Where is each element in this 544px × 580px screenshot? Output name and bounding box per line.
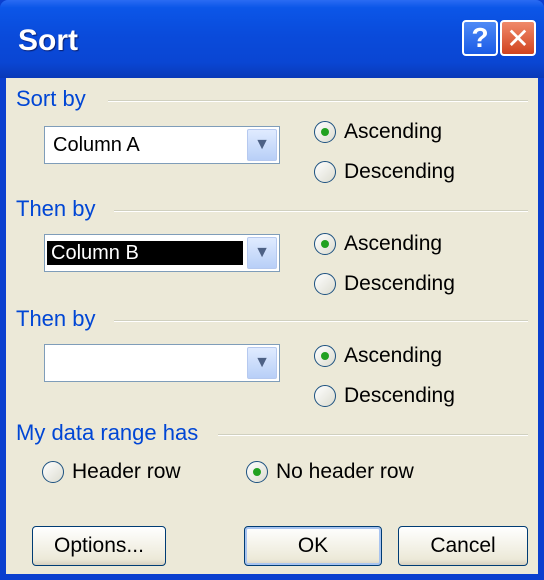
- sort-by-label: Sort by: [16, 86, 86, 111]
- radio-selected-icon: [314, 121, 336, 143]
- dialog-title: Sort: [18, 24, 78, 57]
- cancel-button[interactable]: Cancel: [398, 526, 528, 566]
- radio-unselected-icon: [314, 273, 336, 295]
- then-by-ascending-label-2: Ascending: [344, 344, 443, 367]
- then-by-column-value-1: Column B: [47, 241, 243, 265]
- radio-unselected-icon: [42, 461, 64, 483]
- then-by-column-select-2[interactable]: ▼: [44, 344, 280, 382]
- options-button[interactable]: Options...: [32, 526, 166, 566]
- then-by-descending-radio-2[interactable]: Descending: [314, 384, 455, 408]
- title-bar[interactable]: Sort ? ✕: [0, 0, 544, 78]
- then-by-descending-radio-1[interactable]: Descending: [314, 272, 455, 296]
- header-row-label: Header row: [72, 460, 181, 483]
- then-by-ascending-label-1: Ascending: [344, 232, 443, 255]
- sort-by-column-value: Column A: [53, 134, 140, 156]
- then-by-label-1: Then by: [16, 196, 96, 221]
- no-header-row-radio[interactable]: No header row: [246, 460, 414, 484]
- then-by-column-value-2: [49, 351, 57, 375]
- radio-selected-icon: [314, 233, 336, 255]
- radio-selected-icon: [314, 345, 336, 367]
- sort-by-ascending-radio[interactable]: Ascending: [314, 120, 442, 144]
- then-by-column-select-1[interactable]: Column B ▼: [44, 234, 280, 272]
- no-header-row-label: No header row: [276, 460, 414, 483]
- then-by-label-2: Then by: [16, 306, 96, 331]
- header-row-radio[interactable]: Header row: [42, 460, 181, 484]
- then-by-ascending-radio-2[interactable]: Ascending: [314, 344, 442, 368]
- ok-button[interactable]: OK: [244, 526, 382, 566]
- help-button[interactable]: ?: [462, 20, 498, 56]
- sort-by-descending-radio[interactable]: Descending: [314, 160, 455, 184]
- chevron-down-icon[interactable]: ▼: [247, 347, 277, 379]
- help-icon: ?: [471, 22, 489, 53]
- group-divider: [114, 210, 528, 212]
- close-button[interactable]: ✕: [500, 20, 536, 56]
- group-divider: [114, 320, 528, 322]
- then-by-descending-label-1: Descending: [344, 272, 455, 295]
- data-range-label: My data range has: [16, 420, 199, 445]
- group-divider: [108, 100, 528, 102]
- then-by-ascending-radio-1[interactable]: Ascending: [314, 232, 442, 256]
- group-divider: [218, 434, 528, 436]
- radio-unselected-icon: [314, 385, 336, 407]
- radio-selected-icon: [246, 461, 268, 483]
- dialog-body: Sort by Column A ▼ Ascending Descending …: [6, 78, 538, 574]
- radio-unselected-icon: [314, 161, 336, 183]
- sort-dialog: Sort ? ✕ Sort by Column A ▼ Ascending De…: [0, 0, 544, 580]
- chevron-down-icon[interactable]: ▼: [247, 129, 277, 161]
- chevron-down-icon[interactable]: ▼: [247, 237, 277, 269]
- sort-by-ascending-label: Ascending: [344, 120, 443, 143]
- close-icon: ✕: [506, 22, 530, 54]
- sort-by-column-select[interactable]: Column A ▼: [44, 126, 280, 164]
- sort-by-descending-label: Descending: [344, 160, 455, 183]
- then-by-descending-label-2: Descending: [344, 384, 455, 407]
